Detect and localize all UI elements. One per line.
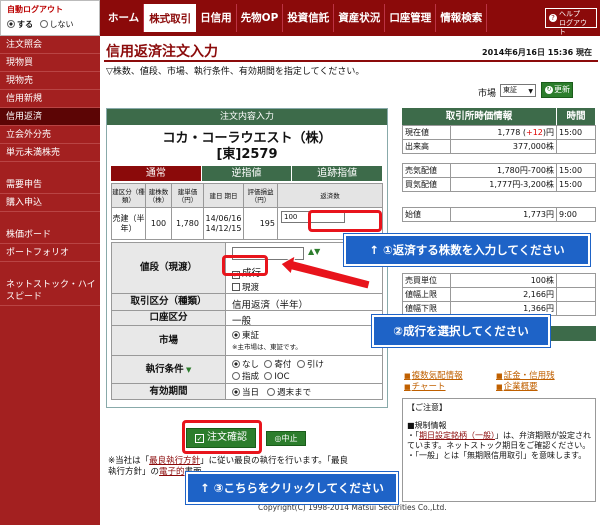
callout-step-1: ↑ ①返済する株数を入力してください — [344, 234, 590, 266]
callout-step-2: ②成行を選択してください — [372, 315, 550, 347]
callout-step-3: ↑ ③こちらをクリックしてください — [186, 472, 398, 504]
